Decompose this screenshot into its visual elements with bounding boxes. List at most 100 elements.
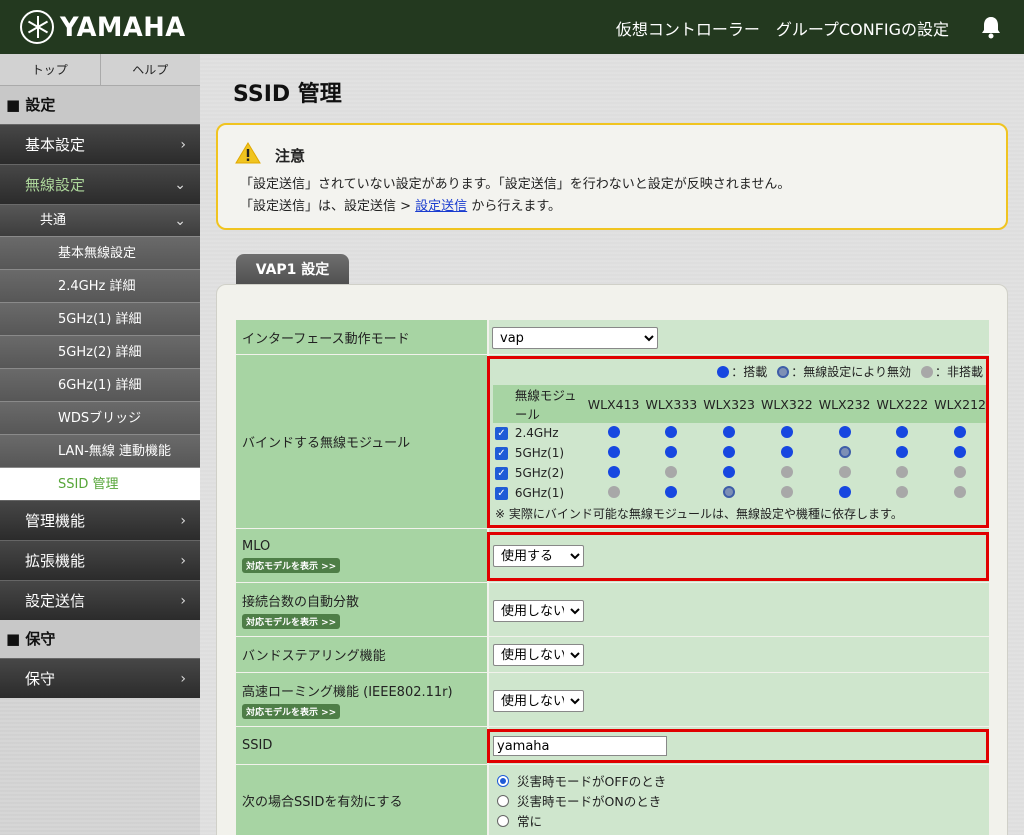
highlight-box <box>487 532 989 581</box>
sidebar-item-5ghz2[interactable]: 5GHz(2) 詳細 <box>0 335 200 368</box>
notice-text: 「設定送信」は、設定送信 > 設定送信 から行えます。 <box>240 195 561 214</box>
tab-vap1[interactable]: VAP1 設定 <box>236 254 349 286</box>
field-label: 次の場合SSIDを有効にする <box>236 765 487 835</box>
field-value: vap <box>489 320 989 355</box>
row-load-balance: 接続台数の自動分散 対応モデルを表示 >> 使用しない <box>236 583 989 637</box>
show-models-button[interactable]: 対応モデルを表示 >> <box>242 613 341 629</box>
sidebar-item-label: 管理機能 <box>25 512 86 530</box>
field-label: バンドステアリング機能 <box>236 637 487 673</box>
radio-always[interactable]: 常に <box>497 811 542 830</box>
chevron-right-icon: › <box>180 671 186 687</box>
yamaha-logo-icon <box>20 10 54 44</box>
section-maintenance: ■ 保守 <box>0 620 200 658</box>
field-value: 使用しない <box>489 637 989 673</box>
row-enable-ssid: 次の場合SSIDを有効にする 災害時モードがOFFのとき 災害時モードがONのと… <box>236 765 989 835</box>
tab-top[interactable]: トップ <box>0 54 101 85</box>
highlight-box <box>487 356 989 528</box>
sidebar-item-label: 無線設定 <box>25 176 86 194</box>
interface-mode-select[interactable]: vap <box>492 327 658 349</box>
sidebar-top-tabs: トップ ヘルプ <box>0 54 200 86</box>
sidebar-item-common[interactable]: 共通 ⌄ <box>0 204 200 236</box>
app-header: YAMAHA 仮想コントローラー グループCONFIGの設定 <box>0 0 1024 54</box>
send-settings-link[interactable]: 設定送信 <box>415 199 467 214</box>
sidebar-item-send[interactable]: 設定送信 › <box>0 580 200 620</box>
warning-icon <box>235 142 261 164</box>
chevron-right-icon: › <box>180 137 186 153</box>
tab-help[interactable]: ヘルプ <box>101 54 201 85</box>
sidebar-item-wds[interactable]: WDSブリッジ <box>0 401 200 434</box>
section-settings: ■ 設定 <box>0 86 200 124</box>
page-title: SSID 管理 <box>233 82 342 107</box>
radio-label: 災害時モードがONのとき <box>517 794 662 809</box>
settings-panel: インターフェース動作モード vap バインドする無線モジュール ：搭載 ：無線設… <box>216 284 1008 835</box>
chevron-right-icon: › <box>180 593 186 609</box>
sidebar-item-label: 保守 <box>25 670 56 688</box>
chevron-down-icon: ⌄ <box>174 177 186 193</box>
notice-text: 「設定送信」されていない設定があります。「設定送信」を行わないと設定が反映されま… <box>240 177 791 192</box>
brand-name: YAMAHA <box>60 11 186 43</box>
load-balance-select[interactable]: 使用しない <box>493 600 584 622</box>
sidebar-item-24ghz[interactable]: 2.4GHz 詳細 <box>0 269 200 302</box>
chevron-down-icon: ⌄ <box>174 213 186 229</box>
label-text: MLO <box>242 538 271 554</box>
label-text: 次の場合SSIDを有効にする <box>242 795 403 810</box>
radio-button[interactable] <box>497 774 509 787</box>
field-value: 災害時モードがOFFのとき 災害時モードがONのとき 常に <box>489 765 989 835</box>
radio-label: 常に <box>517 814 543 829</box>
radio-button[interactable] <box>497 794 509 807</box>
sidebar-item-wireless[interactable]: 無線設定 ⌄ <box>0 164 200 204</box>
sidebar-item-label: 基本設定 <box>25 136 86 154</box>
show-models-button[interactable]: 対応モデルを表示 >> <box>242 557 341 573</box>
label-text: バンドステアリング機能 <box>242 649 386 664</box>
notice-title: 注意 <box>275 147 306 165</box>
fast-roaming-select[interactable]: 使用しない <box>493 690 584 712</box>
chevron-right-icon: › <box>180 553 186 569</box>
radio-label: 災害時モードがOFFのとき <box>517 774 667 789</box>
sidebar-item-6ghz1[interactable]: 6GHz(1) 詳細 <box>0 368 200 401</box>
nav-group-config[interactable]: グループCONFIGの設定 <box>776 16 949 40</box>
radio-disaster-on[interactable]: 災害時モードがONのとき <box>497 791 661 810</box>
field-value: 使用しない <box>489 673 989 727</box>
sidebar-item-admin[interactable]: 管理機能 › <box>0 500 200 540</box>
label-text: インターフェース動作モード <box>242 331 410 347</box>
field-label: インターフェース動作モード <box>236 320 487 355</box>
notice-text-part: から行えます。 <box>467 199 562 214</box>
band-steering-select[interactable]: 使用しない <box>493 644 584 666</box>
sidebar-item-basic-wireless[interactable]: 基本無線設定 <box>0 236 200 269</box>
bell-icon[interactable] <box>980 15 1002 39</box>
row-fast-roaming: 高速ローミング機能 (IEEE802.11r) 対応モデルを表示 >> 使用しない <box>236 673 989 727</box>
main-content: SSID 管理 注意 「設定送信」されていない設定があります。「設定送信」を行わ… <box>200 54 1024 835</box>
notice-box: 注意 「設定送信」されていない設定があります。「設定送信」を行わないと設定が反映… <box>216 123 1008 230</box>
sidebar-item-ext[interactable]: 拡張機能 › <box>0 540 200 580</box>
brand-logo[interactable]: YAMAHA <box>20 10 192 44</box>
label-text: バインドする無線モジュール <box>242 436 411 451</box>
chevron-right-icon: › <box>180 513 186 529</box>
label-text: 接続台数の自動分散 <box>242 594 360 610</box>
field-label: 高速ローミング機能 (IEEE802.11r) 対応モデルを表示 >> <box>236 673 487 727</box>
notice-text-part: 「設定送信」は、設定送信 > <box>240 199 416 214</box>
field-label: SSID <box>236 727 487 765</box>
sidebar-item-lan-link[interactable]: LAN-無線 連動機能 <box>0 434 200 467</box>
sidebar-item-maint[interactable]: 保守 › <box>0 658 200 698</box>
sidebar-item-label: 共通 <box>40 213 67 228</box>
field-label: MLO 対応モデルを表示 >> <box>236 529 487 583</box>
row-interface-mode: インターフェース動作モード vap <box>236 320 989 355</box>
field-label: 接続台数の自動分散 対応モデルを表示 >> <box>236 583 487 637</box>
sidebar-item-basic[interactable]: 基本設定 › <box>0 124 200 164</box>
field-value: 使用しない <box>489 583 989 637</box>
show-models-button[interactable]: 対応モデルを表示 >> <box>242 703 341 719</box>
sidebar-item-ssid[interactable]: SSID 管理 <box>0 467 200 500</box>
sidebar: トップ ヘルプ ■ 設定 基本設定 › 無線設定 ⌄ 共通 ⌄ 基本無線設定 2.4G… <box>0 54 200 835</box>
highlight-box <box>487 729 989 763</box>
radio-button[interactable] <box>497 814 509 827</box>
nav-virtual-controller[interactable]: 仮想コントローラー <box>616 16 760 40</box>
sidebar-item-label: 設定送信 <box>25 592 86 610</box>
sidebar-item-5ghz1[interactable]: 5GHz(1) 詳細 <box>0 302 200 335</box>
label-text: SSID <box>242 738 273 753</box>
sidebar-item-label: 拡張機能 <box>25 552 86 570</box>
field-label: バインドする無線モジュール <box>236 355 487 529</box>
radio-disaster-off[interactable]: 災害時モードがOFFのとき <box>497 771 666 790</box>
label-text: 高速ローミング機能 (IEEE802.11r) <box>242 684 453 700</box>
row-band-steering: バンドステアリング機能 使用しない <box>236 637 989 673</box>
header-nav: 仮想コントローラー グループCONFIGの設定 <box>616 16 949 40</box>
